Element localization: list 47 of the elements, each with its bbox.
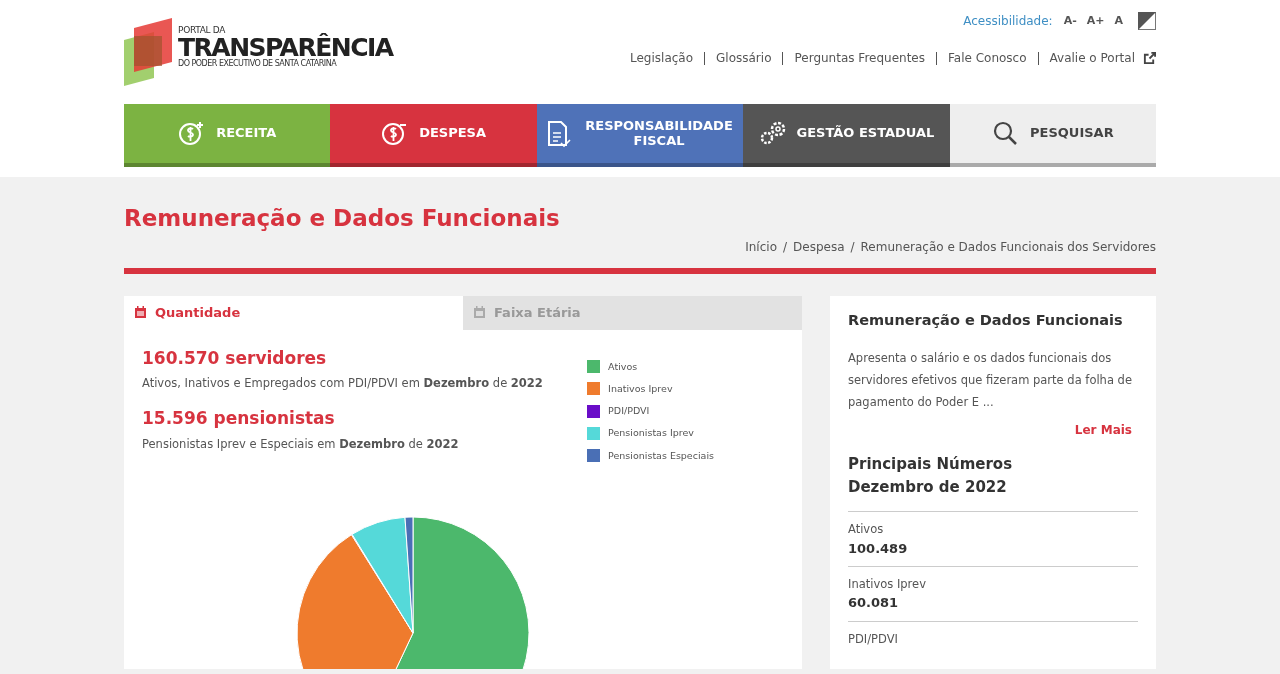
- top-nav-link[interactable]: Avalie o Portal: [1037, 52, 1167, 66]
- calendar-icon: [473, 306, 486, 319]
- document-check-icon: [546, 119, 574, 148]
- top-nav-link[interactable]: Glossário: [704, 52, 783, 66]
- logo-tagline: DO PODER EXECUTIVO DE SANTA CATARINA: [178, 60, 338, 68]
- breadcrumb-separator: /: [849, 238, 856, 256]
- read-more-link[interactable]: Ler Mais: [1074, 421, 1132, 440]
- breadcrumb-separator: /: [782, 238, 789, 256]
- breadcrumb-link[interactable]: Despesa: [793, 237, 845, 256]
- stat-description: Ativos, Inativos e Empregados com PDI/PDVI em Dezembro de 2022: [142, 375, 543, 392]
- accessibility-label: Acessibilidade:: [963, 13, 1053, 30]
- logo-subtitle: PORTAL DA: [178, 26, 226, 35]
- legend-label: Ativos: [608, 359, 638, 374]
- stat-headline: 15.596 pensionistas: [142, 407, 336, 431]
- main-nav-button[interactable]: RESPONSABILIDADE FISCAL: [536, 104, 744, 167]
- main-nav-button[interactable]: GESTÃO ESTADUAL: [743, 104, 950, 167]
- numbers-title: Principais Números: [848, 454, 1014, 476]
- breadcrumb-link[interactable]: Início: [745, 237, 777, 256]
- main-nav-button[interactable]: PESQUISAR: [949, 104, 1157, 167]
- legend-label: Pensionistas Iprev: [608, 426, 694, 441]
- top-nav-link[interactable]: Legislação: [619, 52, 705, 66]
- number-label: PDI/PDVI: [848, 630, 899, 648]
- legend-label: Pensionistas Especiais: [608, 448, 714, 463]
- numbers-period: Dezembro de 2022: [848, 477, 1008, 499]
- stat-description: Pensionistas Iprev e Especiais em Dezembro de 2022: [142, 435, 460, 453]
- legend-label: PDI/PDVI: [608, 404, 650, 418]
- font-size-button[interactable]: A+: [1083, 12, 1108, 30]
- font-size-button[interactable]: A: [1111, 12, 1126, 30]
- page-title: Remuneração e Dados Funcionais: [124, 204, 561, 233]
- sidebar-title: Remuneração e Dados Funcionais: [848, 310, 1124, 330]
- number-value: 60.081: [848, 594, 900, 613]
- logo-icon: [124, 16, 174, 86]
- top-nav-link[interactable]: Perguntas Frequentes: [782, 52, 936, 66]
- legend-label: Inativos Iprev: [608, 381, 673, 396]
- number-label: Inativos Iprev: [848, 576, 927, 593]
- font-size-button[interactable]: A-: [1060, 12, 1080, 30]
- number-label: Ativos: [848, 521, 885, 539]
- number-value: 100.489: [848, 539, 909, 558]
- main-nav-button[interactable]: DESPESA: [330, 104, 537, 167]
- contrast-toggle[interactable]: [1138, 12, 1156, 30]
- logo-title: TRANSPARÊNCIA: [178, 35, 393, 60]
- calendar-icon: [134, 306, 147, 319]
- top-nav-link[interactable]: Fale Conosco: [936, 52, 1038, 66]
- sidebar-description: Apresenta o salário e os dados funcionais dos servidores efetivos que fizeram parte da folha de pagamento do Poder E ...: [848, 350, 1133, 412]
- external-link-icon: [1143, 52, 1156, 66]
- breadcrumb-current: Remuneração e Dados Funcionais dos Servidores: [860, 238, 1156, 256]
- stat-headline: 160.570 servidores: [142, 346, 328, 370]
